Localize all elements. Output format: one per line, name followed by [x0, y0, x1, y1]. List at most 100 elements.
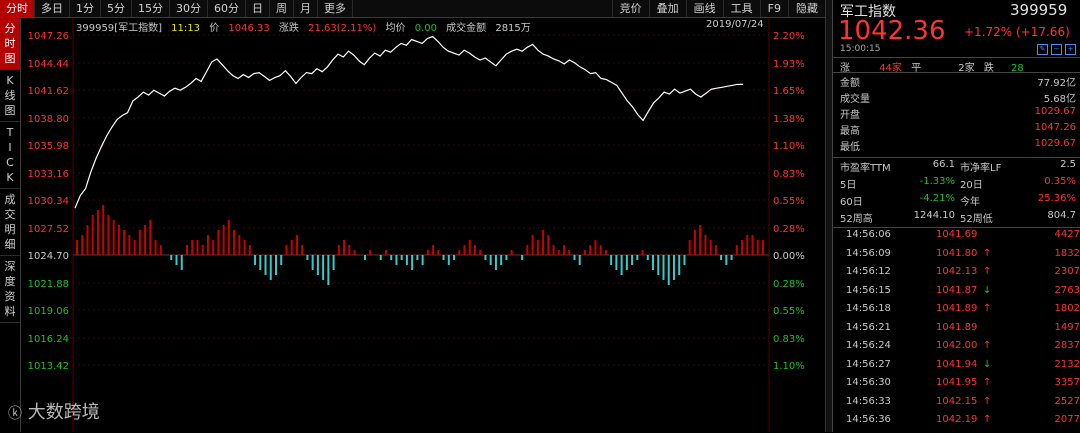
y-tick-left: 1013.42	[28, 361, 69, 372]
tick-row[interactable]: 14:56:24 1042.00 ↑ 2837	[846, 340, 1080, 359]
tick-price: 1042.19	[936, 414, 978, 425]
tick-volume: 2132	[1054, 358, 1080, 370]
stat-value: 77.92亿	[1037, 78, 1076, 89]
left-tab-3[interactable]: 成交明细	[0, 189, 20, 256]
ratio-label: 市盈率TTM	[840, 163, 891, 174]
left-tab-1[interactable]: K线图	[0, 70, 20, 122]
stat-row: 最低 1029.67	[840, 138, 1080, 154]
tick-row[interactable]: 14:56:30 1041.95 ↑ 3357	[846, 377, 1080, 396]
info-change-label: 涨跌	[278, 23, 299, 34]
tick-time: 14:56:24	[846, 340, 891, 351]
tab-10[interactable]: 更多	[318, 0, 353, 17]
toolbar-tab-5[interactable]: 隐藏	[788, 0, 825, 17]
tick-list[interactable]: 14:56:06 1041.69 4427 14:56:09 1041.80 ↑ 1832 1…	[846, 229, 1080, 433]
tab-4[interactable]: 15分	[132, 0, 170, 17]
intraday-chart[interactable]: 1047.26 2.20% 1044.44 1.93% 1041.62 1.65% 1038…	[21, 18, 825, 432]
y-tick-left: 1038.80	[28, 114, 69, 125]
y-tick-right: 0.00%	[773, 251, 805, 262]
y-tick-right: 0.83%	[773, 169, 805, 180]
left-view-tabs: 分时图K线图TICK成交明细深度资料	[0, 18, 21, 432]
stat-value: 1029.67	[1034, 106, 1076, 117]
y-tick-right: 0.28%	[773, 279, 805, 290]
ratio-label: 20日	[960, 180, 983, 191]
watermark-text: 大数跨境	[27, 402, 100, 423]
tick-time: 14:56:06	[846, 229, 891, 240]
chart-date: 2019/07/24	[706, 19, 764, 30]
edit-icon[interactable]: ✎	[1037, 44, 1048, 55]
tab-5[interactable]: 30分	[170, 0, 208, 17]
tab-6[interactable]: 60分	[208, 0, 246, 17]
ratio-value: 804.7	[1047, 210, 1076, 221]
ratio-value: 2.5	[1060, 159, 1076, 170]
y-tick-left: 1021.88	[28, 279, 69, 290]
tab-2[interactable]: 1分	[70, 0, 101, 17]
ratio-row: 市盈率TTM 66.1 市净率LF 2.5	[840, 159, 1080, 176]
tick-price: 1041.87	[936, 284, 978, 296]
y-tick-right: 2.20%	[773, 31, 805, 42]
arrow-up-icon: ↑	[983, 340, 992, 351]
tick-time: 14:56:12	[846, 266, 891, 277]
toolbar-tab-3[interactable]: 工具	[722, 0, 760, 17]
ratio-label: 市净率LF	[960, 163, 1002, 174]
y-tick-right: 0.83%	[773, 334, 805, 345]
ratio-row: 52周高 1244.10 52周低 804.7	[840, 210, 1080, 227]
y-tick-right: 1.10%	[773, 141, 805, 152]
toolbar-tab-1[interactable]: 叠加	[648, 0, 686, 17]
toolbar-tab-4[interactable]: F9	[759, 0, 788, 17]
quote-time: 15:00:15	[840, 44, 881, 54]
tab-9[interactable]: 月	[294, 0, 318, 17]
ratio-value: 1244.10	[913, 210, 955, 221]
arrow-up-icon: ↑	[983, 266, 992, 277]
tab-8[interactable]: 周	[270, 0, 294, 17]
tick-row[interactable]: 14:56:09 1041.80 ↑ 1832	[846, 248, 1080, 267]
watermark-glyph-icon: ⓚ	[8, 406, 22, 422]
tick-row[interactable]: 14:56:12 1042.13 ↑ 2307	[846, 266, 1080, 285]
ratio-value: -1.33%	[919, 176, 955, 187]
stat-row: 开盘 1029.67	[840, 106, 1080, 122]
tab-7[interactable]: 日	[246, 0, 270, 17]
y-tick-left: 1047.26	[28, 31, 69, 42]
tick-time: 14:56:21	[846, 321, 891, 333]
tab-1[interactable]: 多日	[35, 0, 70, 17]
tick-row[interactable]: 14:56:18 1041.89 ↑ 1802	[846, 303, 1080, 322]
period-tabs: 分时 多日 1分 5分 15分 30分 60分日周月更多 竞价 叠加 画线 工具 F9 隐藏	[0, 0, 825, 18]
minus-icon[interactable]: −	[1051, 44, 1062, 55]
tick-row[interactable]: 14:56:33 1042.15 ↑ 2527	[846, 396, 1080, 415]
y-tick-left: 1044.44	[28, 59, 69, 70]
tick-row[interactable]: 14:56:15 1041.87 ↓ 2763	[846, 285, 1080, 304]
tick-row[interactable]: 14:56:06 1041.69 4427	[846, 229, 1080, 248]
tick-volume: 2307	[1054, 266, 1080, 277]
tick-time: 14:56:36	[846, 414, 891, 425]
toolbar-tab-2[interactable]: 画线	[685, 0, 723, 17]
left-tab-0[interactable]: 分时图	[0, 18, 20, 70]
ratio-label: 52周低	[960, 214, 993, 225]
divider	[833, 157, 1080, 158]
tick-volume: 1802	[1054, 303, 1080, 314]
y-tick-left: 1033.16	[28, 169, 69, 180]
index-price: 1042.36	[838, 16, 946, 46]
tab-3[interactable]: 5分	[101, 0, 132, 17]
toolbar-tab-0[interactable]: 竞价	[611, 0, 649, 17]
stat-value: 1029.67	[1034, 138, 1076, 149]
y-tick-left: 1030.34	[28, 196, 69, 207]
ratio-label: 5日	[840, 180, 857, 191]
plus-icon[interactable]: +	[1065, 44, 1076, 55]
ratio-row: 5日 -1.33% 20日 0.35%	[840, 176, 1080, 193]
tick-price: 1041.95	[936, 377, 978, 388]
left-tab-2[interactable]: TICK	[0, 122, 20, 189]
arrow-up-icon: ↑	[983, 377, 992, 388]
ratio-value: -4.21%	[919, 193, 955, 204]
ratio-row: 60日 -4.21% 今年 25.36%	[840, 193, 1080, 210]
left-tab-4[interactable]: 深度资料	[0, 256, 20, 323]
tick-volume: 2527	[1054, 395, 1080, 407]
tick-row[interactable]: 14:56:27 1041.94 ↓ 2132	[846, 359, 1080, 378]
info-amount-label: 成交金额	[446, 23, 487, 34]
arrow-up-icon: ↑	[983, 303, 992, 314]
info-price-label: 价	[209, 23, 220, 34]
tick-row[interactable]: 14:56:21 1041.89 1497	[846, 322, 1080, 341]
y-tick-right: 1.10%	[773, 361, 805, 372]
tick-row[interactable]: 14:56:36 1042.19 ↑ 2077	[846, 414, 1080, 433]
tab-0[interactable]: 分时	[0, 0, 35, 17]
tick-price: 1041.80	[936, 247, 978, 259]
y-tick-right: 0.55%	[773, 306, 805, 317]
